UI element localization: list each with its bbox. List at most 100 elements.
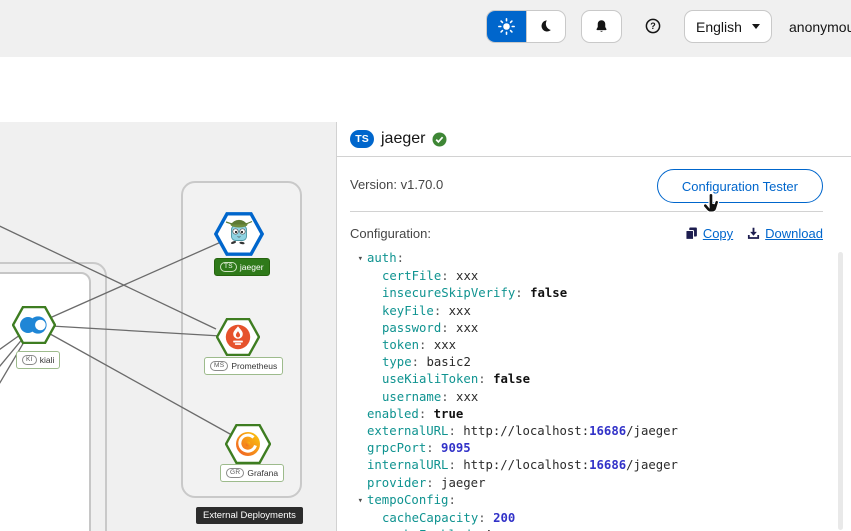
yaml-key: provider [367,476,426,490]
details-panel: TS jaeger Version: v1.70.0 Configuration… [336,122,851,531]
node-label-jaeger[interactable]: TS jaeger [214,258,270,276]
yaml-value: http://localhost: [463,458,589,472]
yaml-key: cacheCapacity [367,511,478,525]
divider [350,211,823,212]
yaml-line: type: basic2 [350,354,823,371]
yaml-line: grpcPort: 9095 [350,440,823,457]
yaml-value: 200 [493,511,515,525]
version-text: Version: v1.70.0 [350,177,443,192]
language-label: English [696,19,742,35]
check-circle-icon [432,132,447,147]
yaml-colon: : [448,458,455,472]
yaml-line: username: xxx [350,389,823,406]
yaml-value: 9095 [441,441,471,455]
yaml-key: useKialiToken [367,372,478,386]
yaml-colon: : [478,511,485,525]
trace-store-badge: TS [350,130,374,148]
node-name: Grafana [247,469,278,478]
yaml-colon: : [412,355,419,369]
graph-toolbar: ? Help Reset Last 1m Pause [0,57,851,122]
yaml-value: basic2 [426,355,470,369]
theme-toggle [486,10,566,43]
node-name: jaeger [240,263,264,272]
yaml-line: cacheEnabled: true [350,527,823,531]
copy-link[interactable]: Copy [685,226,733,241]
yaml-line: keyFile: xxx [350,303,823,320]
yaml-key: auth [367,251,397,265]
node-badge: KI [22,355,37,366]
yaml-line: useKialiToken: false [350,371,823,388]
yaml-line: cacheCapacity: 200 [350,510,823,527]
node-name: Prometheus [231,362,277,371]
yaml-value: http://localhost: [463,424,589,438]
download-label: Download [765,226,823,241]
yaml-key: password [367,321,441,335]
yaml-key: tempoConfig [367,493,448,507]
light-theme-button[interactable] [487,11,526,42]
configuration-tester-button[interactable]: Configuration Tester [657,169,823,203]
download-link[interactable]: Download [747,226,823,241]
panel-title: jaeger [381,130,425,148]
bell-icon [594,19,609,34]
yaml-key: certFile [367,269,441,283]
yaml-colon: : [397,251,404,265]
prometheus-logo-icon [226,325,250,349]
node-label-prometheus[interactable]: MS Prometheus [204,357,283,375]
copy-icon [685,227,698,240]
yaml-key: externalURL [367,424,448,438]
panel-body: Version: v1.70.0 Configuration Tester Co… [337,169,851,531]
yaml-line: certFile: xxx [350,268,823,285]
mesh-graph-canvas[interactable]: KI kiali TS jaeger [0,122,336,531]
node-prometheus[interactable] [216,318,260,361]
yaml-key: internalURL [367,458,448,472]
configuration-yaml[interactable]: ▾auth:certFile: xxxinsecureSkipVerify: f… [350,250,823,531]
yaml-value: xxx [456,390,478,404]
yaml-value: xxx [456,269,478,283]
yaml-value: 16686 [589,458,626,472]
yaml-value: xxx [434,338,456,352]
node-badge: TS [220,262,237,273]
masthead-help-button[interactable]: ? [645,18,661,39]
node-name: kiali [40,356,55,365]
node-label-kiali[interactable]: KI kiali [16,351,60,369]
chevron-down-icon [752,24,760,29]
copy-label: Copy [703,226,733,241]
node-kiali[interactable] [12,306,56,349]
fold-arrow-icon[interactable]: ▾ [350,251,367,268]
node-badge: GR [226,468,244,479]
yaml-colon: : [441,269,448,283]
notifications-button[interactable] [581,10,622,43]
yaml-line: password: xxx [350,320,823,337]
fold-arrow-icon[interactable]: ▾ [350,493,367,510]
dark-theme-button[interactable] [526,11,566,42]
download-icon [747,227,760,240]
language-select[interactable]: English [684,10,772,43]
yaml-colon: : [426,476,433,490]
yaml-key: token [367,338,419,352]
yaml-value: true [434,407,464,421]
user-name: anonymous [789,19,851,35]
yaml-value: xxx [449,304,471,318]
external-deployments-label: External Deployments [196,507,303,524]
yaml-line: enabled: true [350,406,823,423]
yaml-colon: : [478,372,485,386]
yaml-colon: : [515,286,522,300]
yaml-line: ▾tempoConfig: [350,492,823,510]
yaml-colon: : [441,390,448,404]
node-grafana[interactable] [225,424,271,469]
node-jaeger[interactable] [214,212,264,261]
yaml-value: jaeger [441,476,485,490]
yaml-line: provider: jaeger [350,475,823,492]
yaml-colon: : [441,321,448,335]
yaml-colon: : [426,441,433,455]
grafana-logo-icon [236,432,260,456]
edge [34,325,238,337]
node-label-grafana[interactable]: GR Grafana [220,464,284,482]
kiali-logo-icon [20,316,47,333]
yaml-value: /jaeger [626,458,678,472]
yaml-value: 16686 [589,424,626,438]
panel-header: TS jaeger [337,122,851,157]
yaml-line: token: xxx [350,337,823,354]
question-circle-icon: ? [645,18,661,34]
code-scrollbar[interactable] [838,252,843,530]
